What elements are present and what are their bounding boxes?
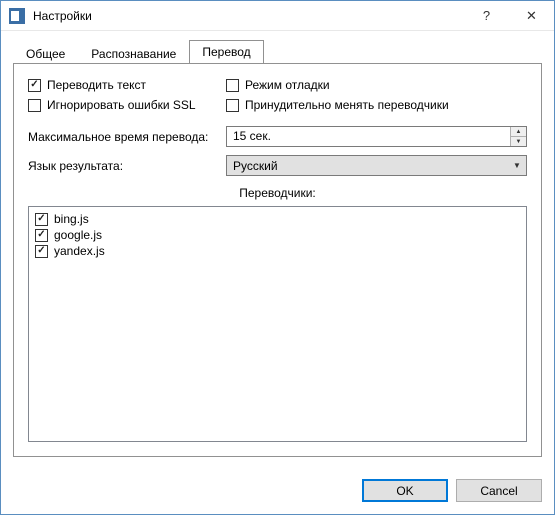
check-ignore-ssl[interactable]: Игнорировать ошибки SSL [28, 98, 226, 112]
cancel-button[interactable]: Cancel [456, 479, 542, 502]
tab-recognition[interactable]: Распознавание [78, 43, 189, 64]
spin-up-icon[interactable]: ▲ [511, 127, 526, 136]
label-max-translate-time: Максимальное время перевода: [28, 130, 218, 144]
checkbox-icon [35, 213, 48, 226]
ok-button[interactable]: OK [362, 479, 448, 502]
list-item[interactable]: google.js [35, 227, 520, 243]
spin-max-translate-time[interactable]: 15 сек. ▲ ▼ [226, 126, 527, 147]
check-force-rotate[interactable]: Принудительно менять переводчики [226, 98, 527, 112]
translators-list[interactable]: bing.js google.js yandex.js [28, 206, 527, 442]
window-title: Настройки [33, 9, 92, 23]
tab-translation[interactable]: Перевод [189, 40, 263, 63]
check-translate-text[interactable]: Переводить текст [28, 78, 226, 92]
list-item-label: google.js [54, 228, 102, 242]
checkbox-icon [35, 229, 48, 242]
dialog-footer: OK Cancel [1, 469, 554, 514]
app-icon [9, 8, 25, 24]
label-translators: Переводчики: [28, 186, 527, 200]
checkbox-icon [226, 79, 239, 92]
checkbox-icon [28, 99, 41, 112]
close-button[interactable]: ✕ [509, 1, 554, 30]
chevron-down-icon: ▼ [508, 161, 526, 170]
checkbox-icon [226, 99, 239, 112]
tabstrip: Общее Распознавание Перевод [13, 41, 542, 63]
titlebar: Настройки ? ✕ [1, 1, 554, 31]
tab-general[interactable]: Общее [13, 43, 78, 64]
tab-panel-translation: Переводить текст Режим отладки Игнориров… [13, 63, 542, 457]
checkbox-icon [28, 79, 41, 92]
check-label: Принудительно менять переводчики [245, 98, 449, 112]
list-item-label: yandex.js [54, 244, 105, 258]
checkbox-icon [35, 245, 48, 258]
combo-value: Русский [227, 157, 508, 175]
list-item-label: bing.js [54, 212, 89, 226]
combo-result-language[interactable]: Русский ▼ [226, 155, 527, 176]
check-debug-mode[interactable]: Режим отладки [226, 78, 527, 92]
check-label: Режим отладки [245, 78, 330, 92]
check-label: Игнорировать ошибки SSL [47, 98, 196, 112]
label-result-language: Язык результата: [28, 159, 218, 173]
spin-down-icon[interactable]: ▼ [511, 136, 526, 146]
list-item[interactable]: yandex.js [35, 243, 520, 259]
spin-value: 15 сек. [227, 127, 510, 146]
help-button[interactable]: ? [464, 1, 509, 30]
list-item[interactable]: bing.js [35, 211, 520, 227]
check-label: Переводить текст [47, 78, 146, 92]
